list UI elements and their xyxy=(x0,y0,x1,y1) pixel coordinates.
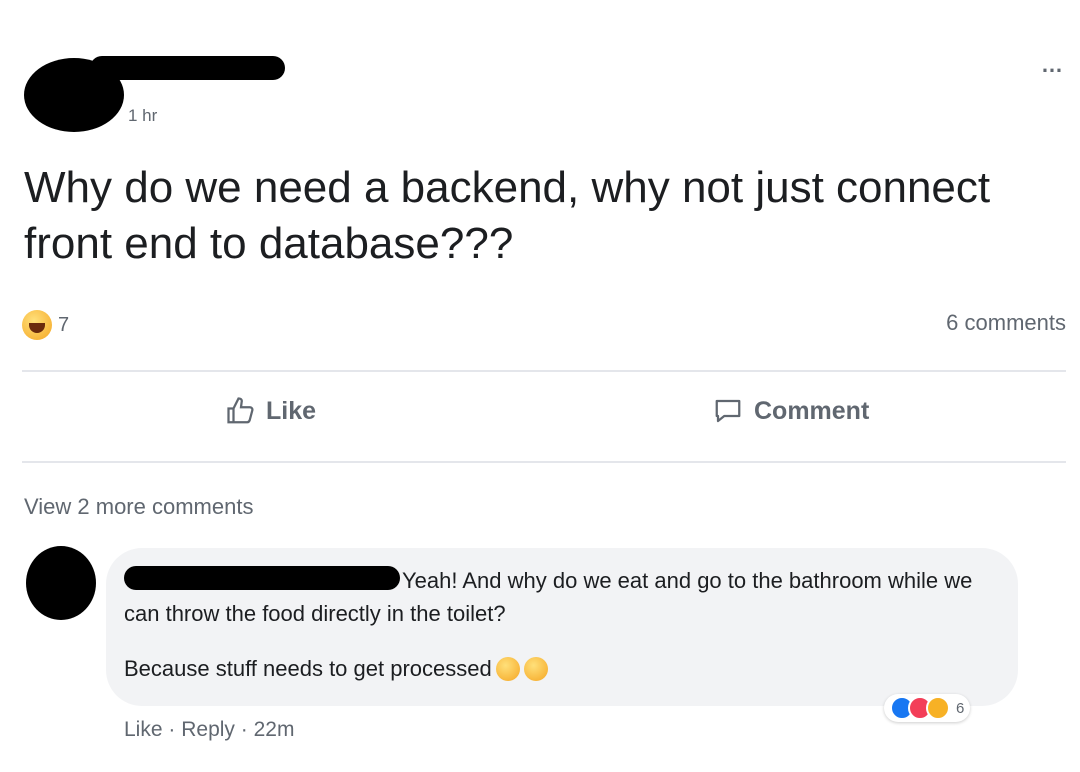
divider xyxy=(22,370,1066,372)
reaction-count: 7 xyxy=(58,313,70,336)
separator: · xyxy=(168,718,176,741)
comment-icon xyxy=(715,399,741,423)
post-reactions[interactable]: 7 xyxy=(22,310,69,340)
haha-reaction-icon xyxy=(22,310,52,340)
comment-actions: Like · Reply · 22m xyxy=(124,718,294,742)
wink-emoji-icon xyxy=(495,657,520,681)
author-name-redacted xyxy=(90,56,285,80)
post-text: Why do we need a backend, why not just c… xyxy=(24,163,991,268)
thumbs-up-icon xyxy=(227,397,254,424)
like-label: Like xyxy=(266,396,317,425)
separator: · xyxy=(240,718,248,741)
comment-text-body: Yeah! And why do we eat and go to the ba… xyxy=(124,568,973,626)
comment-label: Comment xyxy=(754,396,870,425)
haha-reaction-icon xyxy=(926,696,950,720)
comments-count-link[interactable]: 6 comments xyxy=(946,310,1066,336)
comment-button[interactable]: Comment xyxy=(712,396,869,426)
commenter-avatar-redacted xyxy=(26,546,96,620)
like-button[interactable]: Like xyxy=(226,396,316,426)
comment-reactions[interactable]: 6 xyxy=(884,694,971,722)
comment-text: Yeah! And why do we eat and go to the ba… xyxy=(124,564,1004,630)
comment-timestamp[interactable]: 22m xyxy=(254,718,295,741)
comment-text-line: Because stuff needs to get processed xyxy=(124,656,492,681)
comment-text-second-paragraph: Because stuff needs to get processed xyxy=(124,656,548,682)
view-more-comments-link[interactable]: View 2 more comments xyxy=(24,494,253,520)
comment-reaction-count: 6 xyxy=(956,699,965,717)
more-options-icon[interactable]: … xyxy=(1041,52,1064,78)
comment-like-link[interactable]: Like xyxy=(124,718,163,741)
divider xyxy=(22,461,1066,463)
thinking-emoji-icon xyxy=(523,657,548,681)
post-timestamp[interactable]: 1 hr xyxy=(128,106,157,126)
comment-reply-link[interactable]: Reply xyxy=(181,718,235,741)
